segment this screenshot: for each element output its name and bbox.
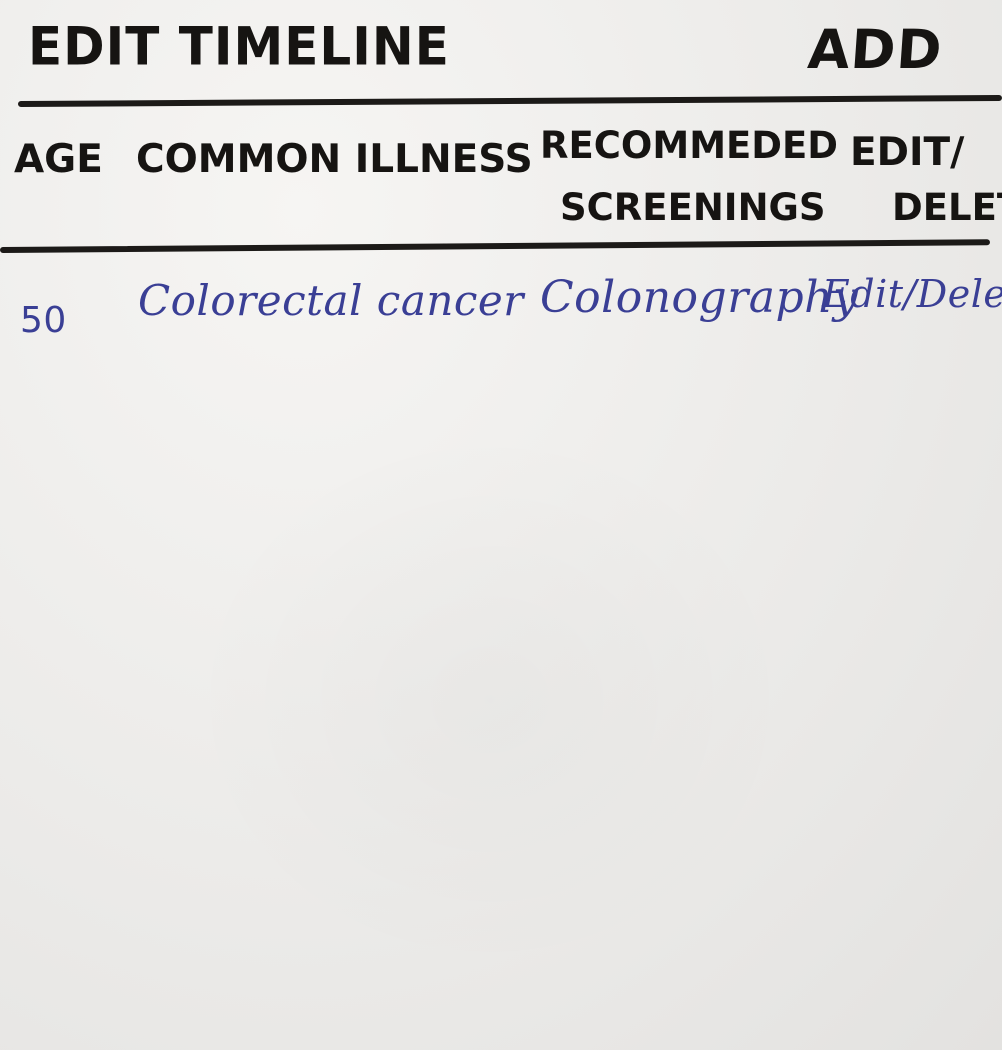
column-header-screenings-line1: RECOMMEDED <box>540 124 838 167</box>
column-header-age: AGE <box>14 137 103 182</box>
column-header-edit-delete-line2: DELETE <box>892 186 1002 229</box>
add-button[interactable]: ADD <box>806 18 945 81</box>
paper-shadow <box>180 420 800 980</box>
edit-delete-link[interactable]: Edit/Delete <box>822 272 1002 316</box>
header-divider <box>17 94 1002 107</box>
cell-age: 50 <box>20 300 67 341</box>
paper-sketch: EDIT TIMELINE ADD AGE COMMON ILLNESS REC… <box>0 0 1002 1050</box>
column-header-common-illness: COMMON ILLNESS <box>136 137 533 182</box>
column-header-screenings-line2: SCREENINGS <box>560 186 826 229</box>
table-header-divider <box>0 239 990 253</box>
page-title: EDIT TIMELINE <box>28 16 450 77</box>
cell-recommended-screening: Colonography <box>540 272 859 323</box>
cell-common-illness: Colorectal cancer <box>138 276 524 325</box>
column-header-edit-delete-line1: EDIT/ <box>850 130 965 175</box>
